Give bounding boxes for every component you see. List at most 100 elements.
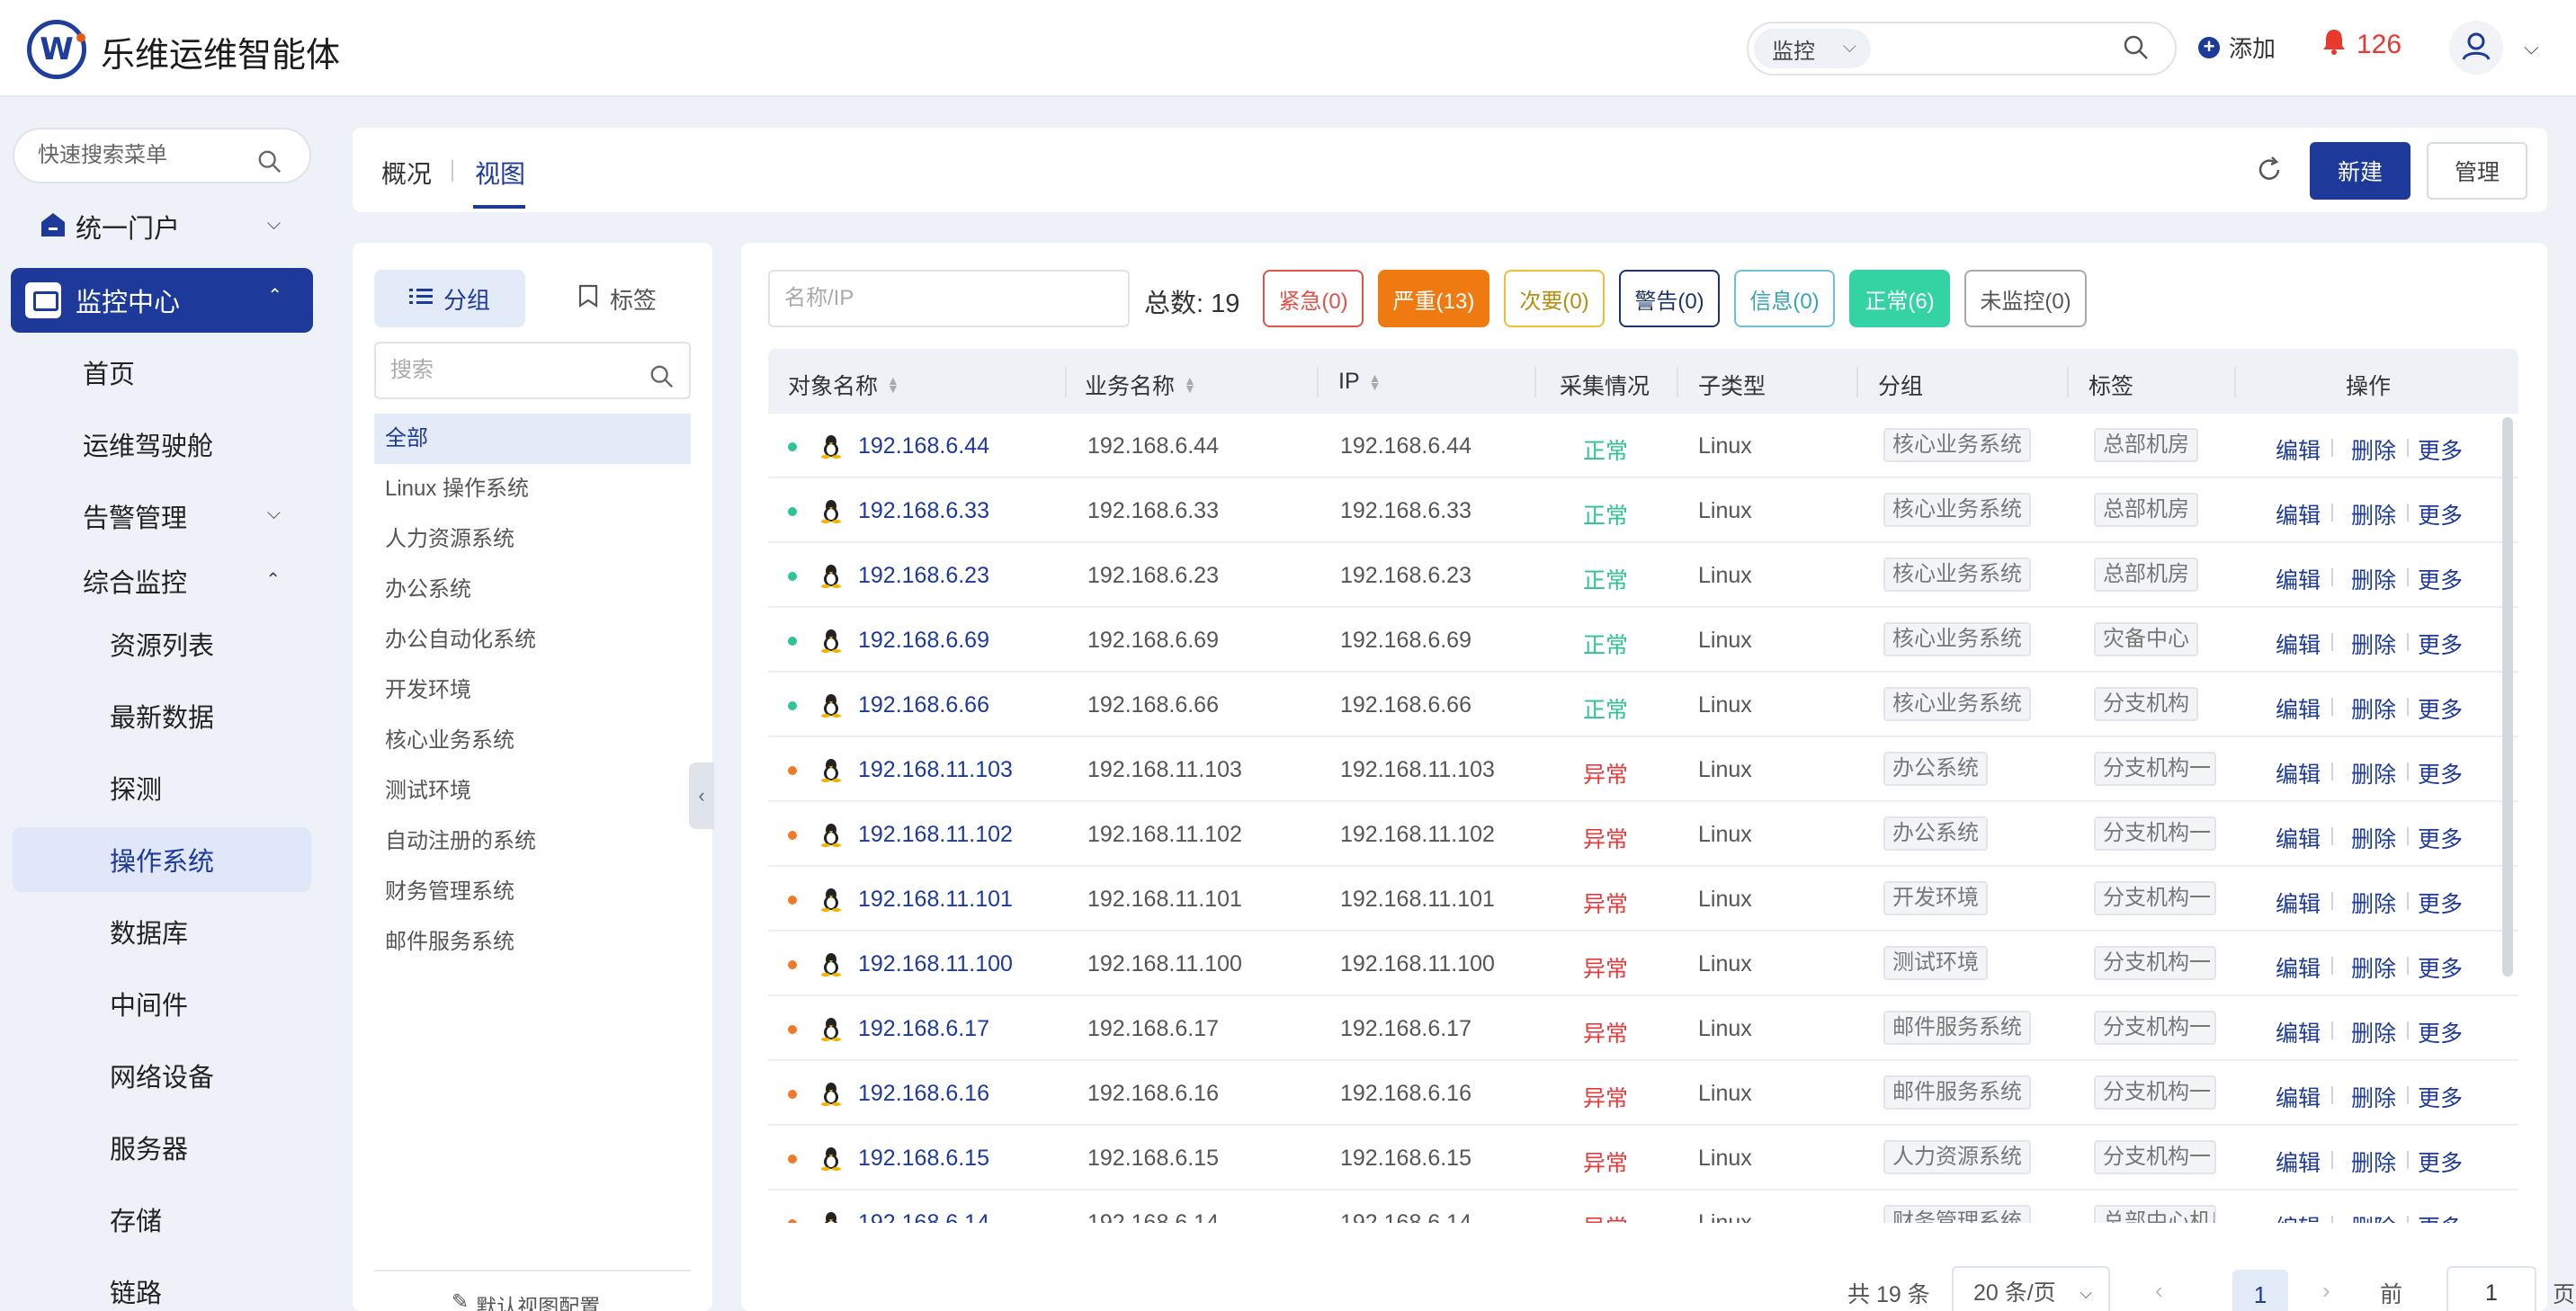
group-item[interactable]: 自动注册的系统 [374,816,691,867]
edit-button[interactable]: 编辑 [2276,887,2321,919]
edit-button[interactable]: 编辑 [2276,1210,2321,1223]
name-ip-filter-input[interactable]: 名称/IP [768,270,1130,327]
group-item[interactable]: 财务管理系统 [374,867,691,917]
column-header-ip[interactable]: IP ▲ ▼ [1338,369,1381,395]
more-button[interactable]: 更多 [2418,822,2463,854]
sidebar-item-resource-list[interactable]: 资源列表 [13,615,311,673]
group-item[interactable]: 核心业务系统 [374,716,691,766]
more-button[interactable]: 更多 [2418,692,2463,725]
column-header-biz[interactable]: 业务名称 ▲ ▼ [1085,369,1196,401]
table-row[interactable]: 192.168.6.17 192.168.6.17 192.168.6.17 异常 Li… [768,996,2518,1061]
filter-severe[interactable]: 严重(13) [1378,270,1489,327]
table-row[interactable]: 192.168.11.100 192.168.11.100 192.168.11.1… [768,932,2518,996]
table-row[interactable]: 192.168.11.103 192.168.11.103 192.168.11.1… [768,737,2518,802]
delete-button[interactable]: 删除 [2351,887,2396,919]
more-button[interactable]: 更多 [2418,563,2463,595]
global-search[interactable]: 监控 ⌵ [1747,22,2177,76]
column-header-name[interactable]: 对象名称 ▲ ▼ [788,369,899,401]
sidebar-item-database[interactable]: 数据库 [13,903,311,960]
filter-urgent[interactable]: 紧急(0) [1263,270,1364,327]
delete-button[interactable]: 删除 [2351,951,2396,984]
sidebar-item-alarm[interactable]: 告警管理 ⌵ [13,487,311,545]
table-row[interactable]: 192.168.6.16 192.168.6.16 192.168.6.16 异常 Li… [768,1061,2518,1126]
table-row[interactable]: 192.168.6.15 192.168.6.15 192.168.6.15 异常 Li… [768,1126,2518,1191]
delete-button[interactable]: 删除 [2351,628,2396,660]
edit-button[interactable]: 编辑 [2276,1016,2321,1048]
more-button[interactable]: 更多 [2418,1081,2463,1113]
edit-button[interactable]: 编辑 [2276,951,2321,984]
delete-button[interactable]: 删除 [2351,1210,2396,1223]
object-name-link[interactable]: 192.168.6.33 [858,498,989,524]
new-button[interactable]: 新建 [2310,142,2411,200]
goto-page-input[interactable]: 1 [2446,1266,2536,1311]
object-name-link[interactable]: 192.168.6.14 [858,1210,989,1223]
delete-button[interactable]: 删除 [2351,563,2396,595]
table-row[interactable]: 192.168.11.101 192.168.11.101 192.168.11.1… [768,867,2518,932]
tab-tag[interactable]: 标签 [541,270,693,327]
alert-counter[interactable]: 126 [2321,27,2402,63]
table-row[interactable]: 192.168.6.23 192.168.6.23 192.168.6.23 正常 Li… [768,543,2518,608]
more-button[interactable]: 更多 [2418,951,2463,984]
filter-minor[interactable]: 次要(0) [1504,270,1605,327]
group-item[interactable]: 测试环境 [374,766,691,816]
more-button[interactable]: 更多 [2418,433,2463,466]
delete-button[interactable]: 删除 [2351,822,2396,854]
filter-info[interactable]: 信息(0) [1734,270,1835,327]
more-button[interactable]: 更多 [2418,498,2463,531]
default-view-config-button[interactable]: ✎ 默认视图配置 [452,1289,600,1311]
edit-button[interactable]: 编辑 [2276,822,2321,854]
object-name-link[interactable]: 192.168.6.44 [858,433,989,459]
add-button[interactable]: + 添加 [2198,31,2276,64]
filter-normal[interactable]: 正常(6) [1849,270,1950,327]
edit-button[interactable]: 编辑 [2276,433,2321,466]
delete-button[interactable]: 删除 [2351,433,2396,466]
table-row[interactable]: 192.168.11.102 192.168.11.102 192.168.11.1… [768,802,2518,867]
sidebar-item-storage[interactable]: 存储 [13,1191,311,1248]
table-row[interactable]: 192.168.6.66 192.168.6.66 192.168.6.66 正常 Li… [768,673,2518,737]
menu-search-input[interactable]: 快速搜索菜单 [13,128,311,183]
tab-group[interactable]: 分组 [374,270,525,327]
more-button[interactable]: 更多 [2418,628,2463,660]
sidebar-item-os[interactable]: 操作系统 [13,827,311,892]
group-item[interactable]: 办公系统 [374,565,691,615]
sidebar-item-middleware[interactable]: 中间件 [13,975,311,1032]
edit-button[interactable]: 编辑 [2276,1146,2321,1178]
group-item-all[interactable]: 全部 [374,414,691,464]
user-menu[interactable]: ⌵ [2448,20,2547,76]
delete-button[interactable]: 删除 [2351,1016,2396,1048]
sidebar-item-monitor-center[interactable]: 监控中心 ⌃ [11,268,313,333]
sidebar-item-link[interactable]: 链路 [13,1262,311,1311]
edit-button[interactable]: 编辑 [2276,628,2321,660]
edit-button[interactable]: 编辑 [2276,1081,2321,1113]
sidebar-item-home[interactable]: 首页 [13,343,311,401]
group-item[interactable]: Linux 操作系统 [374,464,691,514]
sidebar-item-network[interactable]: 网络设备 [13,1047,311,1104]
next-page-button[interactable]: › [2322,1277,2330,1305]
more-button[interactable]: 更多 [2418,1146,2463,1178]
sidebar-item-latest-data[interactable]: 最新数据 [13,687,311,745]
table-row[interactable]: 192.168.6.14 192.168.6.14 192.168.6.14 异常 Li… [768,1191,2518,1223]
delete-button[interactable]: 删除 [2351,498,2396,531]
group-item[interactable]: 办公自动化系统 [374,615,691,665]
table-scrollbar[interactable] [2502,417,2513,977]
manage-button[interactable]: 管理 [2427,142,2527,200]
object-name-link[interactable]: 192.168.6.15 [858,1146,989,1172]
collapse-panel-handle[interactable]: ‹ [689,763,714,829]
more-button[interactable]: 更多 [2418,1210,2463,1223]
object-name-link[interactable]: 192.168.11.101 [858,887,1013,913]
object-name-link[interactable]: 192.168.6.69 [858,628,989,654]
table-row[interactable]: 192.168.6.69 192.168.6.69 192.168.6.69 正常 Li… [768,608,2518,673]
group-item[interactable]: 邮件服务系统 [374,917,691,968]
search-icon[interactable] [2123,34,2150,67]
object-name-link[interactable]: 192.168.11.100 [858,951,1013,977]
page-number-current[interactable]: 1 [2232,1270,2288,1311]
more-button[interactable]: 更多 [2418,887,2463,919]
prev-page-button[interactable]: ‹ [2155,1277,2163,1305]
object-name-link[interactable]: 192.168.11.103 [858,757,1013,783]
object-name-link[interactable]: 192.168.6.16 [858,1081,989,1107]
tab-view[interactable]: 视图 [475,155,525,191]
more-button[interactable]: 更多 [2418,757,2463,789]
sidebar-item-probe[interactable]: 探测 [13,759,311,816]
edit-button[interactable]: 编辑 [2276,563,2321,595]
delete-button[interactable]: 删除 [2351,757,2396,789]
